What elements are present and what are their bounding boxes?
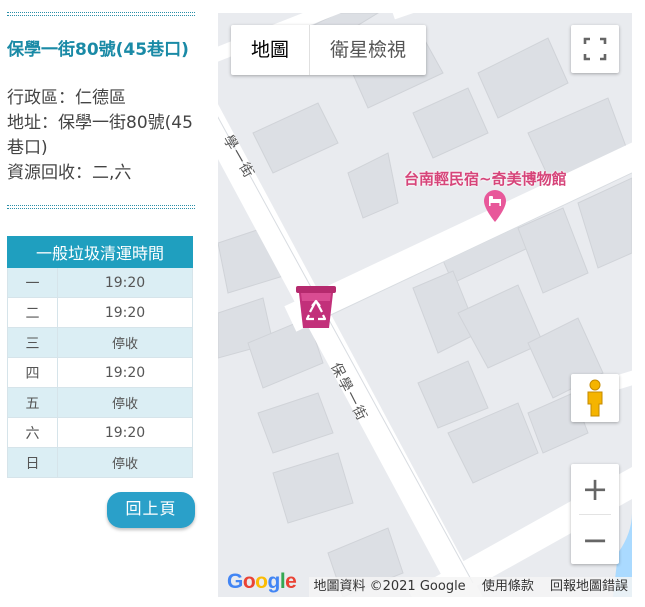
address-text: 地址：保學一街80號(45巷口) bbox=[7, 113, 193, 158]
map-data-copyright: 地圖資料 ©2021 Google bbox=[313, 579, 466, 594]
google-logo[interactable]: Google bbox=[227, 570, 297, 594]
back-button[interactable]: 回上頁 bbox=[107, 492, 195, 528]
fullscreen-button[interactable] bbox=[571, 25, 619, 73]
day-cell: 日 bbox=[7, 447, 58, 478]
time-cell: 停收 bbox=[57, 327, 193, 358]
time-cell: 19:20 bbox=[57, 267, 193, 298]
zoom-out-button[interactable]: − bbox=[571, 515, 619, 565]
table-row: 一 19:20 bbox=[7, 267, 193, 298]
table-row: 六 19:20 bbox=[7, 417, 193, 448]
map-attribution-bar: Google 地圖資料 ©2021 Google 使用條款 回報地圖錯誤 bbox=[218, 570, 632, 597]
map-canvas[interactable] bbox=[218, 13, 632, 597]
google-map[interactable]: 學一街 保學一街 台南輕民宿~奇美博物館 地圖 衛星檢視 + − Google … bbox=[218, 13, 632, 597]
recycle-text: 資源回收：二,六 bbox=[7, 163, 132, 183]
day-cell: 四 bbox=[7, 357, 58, 388]
site-info: 行政區：仁德區 地址：保學一街80號(45巷口) 資源回收：二,六 bbox=[7, 86, 195, 186]
table-row: 四 19:20 bbox=[7, 357, 193, 388]
terms-link[interactable]: 使用條款 bbox=[482, 579, 534, 594]
lodging-pin-icon[interactable] bbox=[482, 189, 508, 223]
table-row: 三 停收 bbox=[7, 327, 193, 358]
report-error-link[interactable]: 回報地圖錯誤 bbox=[550, 579, 628, 594]
map-type-satellite[interactable]: 衛星檢視 bbox=[310, 25, 426, 75]
schedule-table: 一般垃圾清運時間 一 19:20 二 19:20 三 停收 四 19:20 五 … bbox=[7, 236, 193, 478]
day-cell: 二 bbox=[7, 297, 58, 328]
day-cell: 一 bbox=[7, 267, 58, 298]
day-cell: 五 bbox=[7, 387, 58, 418]
map-type-roadmap[interactable]: 地圖 bbox=[231, 25, 311, 75]
time-cell: 19:20 bbox=[57, 357, 193, 388]
divider-top bbox=[7, 12, 195, 16]
divider-middle bbox=[7, 205, 195, 209]
trash-can-recycle-icon[interactable] bbox=[294, 283, 338, 331]
map-type-control: 地圖 衛星檢視 bbox=[231, 25, 427, 75]
time-cell: 停收 bbox=[57, 447, 193, 478]
poi-label[interactable]: 台南輕民宿~奇美博物館 bbox=[404, 168, 567, 189]
table-row: 二 19:20 bbox=[7, 297, 193, 328]
site-title: 保學一街80號(45巷口) bbox=[7, 40, 189, 60]
zoom-in-button[interactable]: + bbox=[571, 464, 619, 514]
schedule-header: 一般垃圾清運時間 bbox=[7, 236, 193, 268]
time-cell: 停收 bbox=[57, 387, 193, 418]
day-cell: 六 bbox=[7, 417, 58, 448]
day-cell: 三 bbox=[7, 327, 58, 358]
district-text: 行政區：仁德區 bbox=[7, 88, 126, 108]
zoom-control: + − bbox=[571, 464, 619, 564]
pegman-icon bbox=[587, 379, 603, 417]
time-cell: 19:20 bbox=[57, 417, 193, 448]
fullscreen-icon bbox=[583, 37, 607, 61]
table-row: 日 停收 bbox=[7, 447, 193, 478]
attribution-text: 地圖資料 ©2021 Google 使用條款 回報地圖錯誤 bbox=[309, 577, 632, 597]
street-view-button[interactable] bbox=[571, 374, 619, 422]
time-cell: 19:20 bbox=[57, 297, 193, 328]
table-row: 五 停收 bbox=[7, 387, 193, 418]
